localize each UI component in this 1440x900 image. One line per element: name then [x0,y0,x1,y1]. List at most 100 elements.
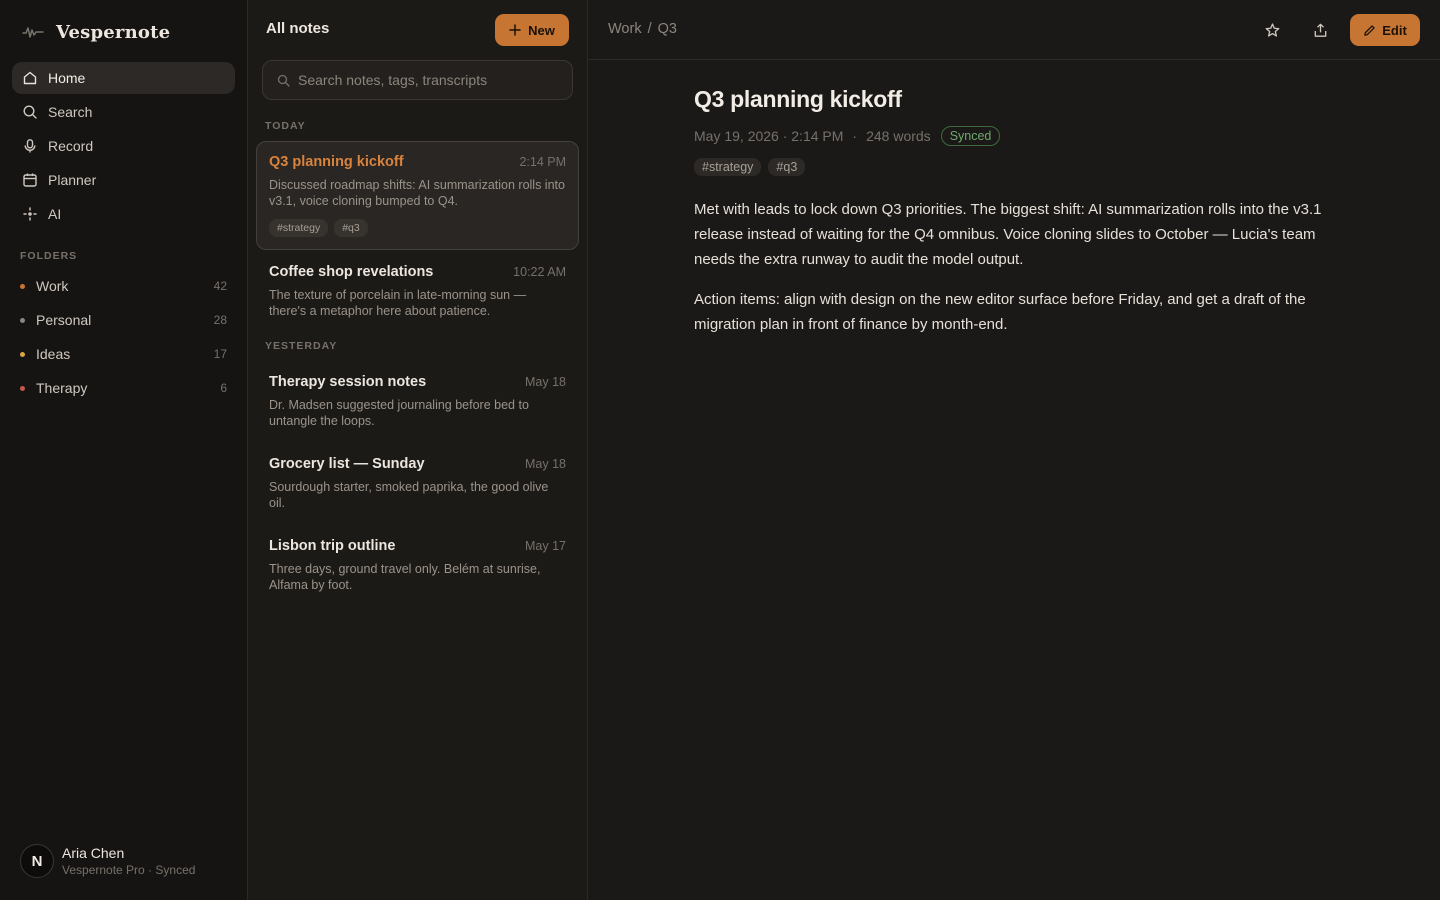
favorite-button[interactable] [1256,14,1288,46]
group-label-today: TODAY [265,120,306,132]
new-note-label: New [528,22,555,38]
folder-count: 17 [213,347,227,361]
note-tag[interactable]: #q3 [334,219,368,237]
folder-count: 42 [213,279,227,293]
folder-name: Work [36,278,69,294]
folders-heading: FOLDERS [20,250,78,262]
folder-item-work[interactable]: Work 42 [12,270,235,302]
nav-item-planner[interactable]: Planner [12,164,235,196]
note-tags: #strategy #q3 [269,219,566,237]
edit-button[interactable]: Edit [1350,14,1420,46]
nav-item-home[interactable]: Home [12,62,235,94]
note-snippet: The texture of porcelain in late-morning… [269,288,527,318]
note-snippet: Three days, ground travel only. Belém at… [269,562,541,592]
group-label-yesterday: YESTERDAY [265,340,338,352]
search-icon [23,105,37,119]
word-count: 248 words [866,128,931,144]
note-paragraph: Action items: align with design on the n… [694,291,1306,333]
folder-color-dot [20,351,25,357]
folder-item-ideas[interactable]: Ideas 17 [12,338,235,370]
note-item[interactable]: Grocery list — Sunday May 18 Sourdough s… [256,443,579,521]
home-icon [23,71,37,85]
list-title: All notes [266,20,330,37]
avatar: N [20,844,54,878]
calendar-icon [23,173,37,187]
folder-item-personal[interactable]: Personal 28 [12,304,235,336]
note-item-active[interactable]: Q3 planning kickoff 2:14 PM Discussed ro… [256,141,579,250]
breadcrumb-separator: / [647,21,652,37]
folder-count: 28 [213,313,227,327]
breadcrumb-current: Q3 [657,21,677,37]
nav-item-record[interactable]: Record [12,130,235,162]
plus-icon [509,24,521,36]
notes-list-panel: All notes New TODAY Q3 planning kickoff … [248,0,588,900]
note-snippet: Sourdough starter, smoked paprika, the g… [269,480,549,510]
microphone-icon [24,139,36,153]
note-item[interactable]: Therapy session notes May 18 Dr. Madsen … [256,361,579,439]
note-detail: Work / Q3 Edit Q3 planning kickoff May 1… [588,0,1440,900]
nav-label-ai: AI [48,206,62,222]
note-date: May 19, 2026 · 2:14 PM [694,128,844,144]
breadcrumb-folder[interactable]: Work [608,21,642,37]
note-title: Therapy session notes [269,374,427,390]
folder-list: Work 42 Personal 28 Ideas 17 Therapy 6 [12,270,235,406]
user-name: Aria Chen [62,845,125,861]
note-title: Q3 planning kickoff [269,154,404,170]
note-tag[interactable]: #strategy [269,219,329,237]
avatar-initial: N [31,852,43,870]
breadcrumb: Work / Q3 [608,21,677,37]
nav-label-planner: Planner [48,172,97,188]
note-time: May 18 [525,375,566,389]
share-icon [1314,23,1326,37]
folder-item-therapy[interactable]: Therapy 6 [12,372,235,404]
note-meta: May 19, 2026 · 2:14 PM · 248 words Synce… [694,126,1334,146]
note-time: May 18 [525,457,566,471]
user-profile[interactable]: N Aria Chen Vespernote Pro · Synced [20,844,195,878]
note-tags: #strategy #q3 [694,158,1334,176]
edit-label: Edit [1382,22,1407,38]
folder-name: Ideas [36,346,71,362]
note-title: Grocery list — Sunday [269,456,425,472]
nav-item-search[interactable]: Search [12,96,235,128]
search-field[interactable] [262,60,573,100]
note-title: Coffee shop revelations [269,264,434,280]
folder-name: Therapy [36,380,88,396]
sidebar: Vespernote Home Search Record Planner AI… [0,0,248,900]
search-input[interactable] [298,72,568,88]
brand[interactable]: Vespernote [22,20,170,44]
note-item[interactable]: Lisbon trip outline May 17 Three days, g… [256,525,579,603]
note-time: May 17 [525,539,566,553]
nav-item-ai[interactable]: AI [12,198,235,230]
note-title: Lisbon trip outline [269,538,396,554]
note-document: Q3 planning kickoff May 19, 2026 · 2:14 … [694,86,1334,337]
note-snippet: Dr. Madsen suggested journaling before b… [269,398,529,428]
share-button[interactable] [1304,14,1336,46]
main-nav: Home Search Record Planner AI [12,62,235,232]
new-note-button[interactable]: New [495,14,569,46]
nav-label-search: Search [48,104,93,120]
folder-color-dot [20,317,25,323]
user-plan-status: Vespernote Pro · Synced [62,863,196,877]
detail-toolbar: Work / Q3 Edit [588,0,1440,60]
note-snippet: Discussed roadmap shifts: AI summarizati… [269,178,565,208]
folder-color-dot [20,283,25,289]
search-icon [277,74,290,87]
sparkle-icon [23,207,37,221]
folder-name: Personal [36,312,92,328]
note-item[interactable]: Coffee shop revelations 10:22 AM The tex… [256,251,579,325]
nav-label-home: Home [48,70,86,86]
folder-color-dot [20,385,25,391]
star-icon [1265,22,1279,37]
note-time: 10:22 AM [513,265,566,279]
pencil-icon [1364,24,1375,36]
waveform-logo-icon [22,27,44,38]
meta-separator: · [852,128,858,144]
note-paragraph: Met with leads to lock down Q3 prioritie… [694,201,1322,268]
sync-status-badge: Synced [940,126,1001,146]
brand-name: Vespernote [56,21,171,43]
note-time: 2:14 PM [519,155,566,169]
nav-label-record: Record [48,138,94,154]
folder-count: 6 [220,381,227,395]
note-tag[interactable]: #strategy [694,158,762,176]
note-tag[interactable]: #q3 [768,158,806,176]
